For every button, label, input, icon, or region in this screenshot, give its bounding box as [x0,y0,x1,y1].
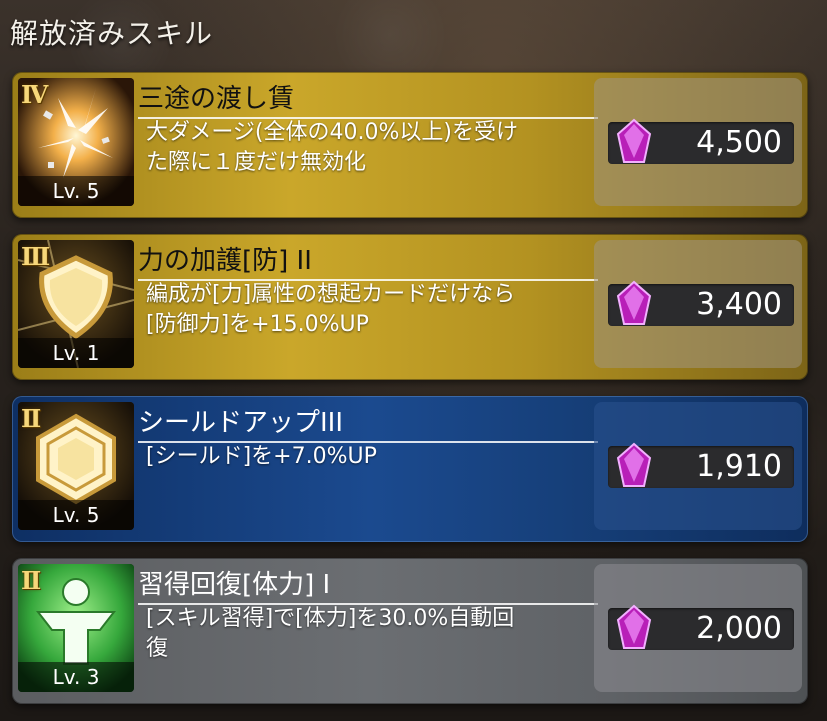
skill-description-line: [防御力]を+15.0%UP [146,312,369,337]
skill-name: 習得回復[体力] I [138,564,598,605]
cost-box: 2,000 [608,604,794,650]
skill-icon-tile: Ⅱ Lv. 5 [18,402,134,530]
cost-panel: 4,500 [594,78,802,206]
cost-panel: 1,910 [594,402,802,530]
skill-description-line: 大ダメージ(全体の40.0%以上)を受け [146,120,518,145]
cost-value: 2,000 [696,611,782,646]
skill-description: 大ダメージ(全体の40.0%以上)を受け た際に１度だけ無効化 [146,118,596,178]
skill-card[interactable]: Ⅲ Lv. 1 力の加護[防] II 編成が[力]属性の想起カードだけなら [防… [12,234,808,380]
cost-value: 1,910 [696,449,782,484]
skill-card[interactable]: Ⅳ Lv. 5 三途の渡し賃 大ダメージ(全体の40.0%以上)を受け た際に１… [12,72,808,218]
rank-badge: Ⅳ [21,80,49,109]
skill-description-line: [スキル習得]で[体力]を30.0%自動回 [146,606,515,631]
gem-icon [616,280,652,325]
rank-badge: Ⅱ [21,566,42,595]
skill-description: 編成が[力]属性の想起カードだけなら [防御力]を+15.0%UP [146,280,596,340]
gem-icon [616,604,652,649]
gem-icon [616,118,652,163]
cost-panel: 3,400 [594,240,802,368]
skill-name: 三途の渡し賃 [138,78,598,119]
gem-icon [616,442,652,487]
skill-level: Lv. 3 [18,662,134,692]
skill-description-line: 復 [146,636,169,661]
skill-name: 力の加護[防] II [138,240,598,281]
skill-card[interactable]: Ⅱ Lv. 3 習得回復[体力] I [スキル習得]で[体力]を30.0%自動回… [12,558,808,704]
cost-panel: 2,000 [594,564,802,692]
skill-level: Lv. 5 [18,176,134,206]
skill-name: シールドアップIII [138,402,598,443]
rank-badge: Ⅱ [21,404,42,433]
skill-level: Lv. 5 [18,500,134,530]
skill-icon-tile: Ⅳ Lv. 5 [18,78,134,206]
skill-description: [スキル習得]で[体力]を30.0%自動回 復 [146,604,596,664]
cost-box: 3,400 [608,280,794,326]
skill-level: Lv. 1 [18,338,134,368]
cost-box: 1,910 [608,442,794,488]
skill-description-line: た際に１度だけ無効化 [146,150,367,175]
skill-icon-tile: Ⅲ Lv. 1 [18,240,134,368]
page-title: 解放済みスキル [10,17,214,50]
rank-badge: Ⅲ [21,242,51,271]
skill-icon-tile: Ⅱ Lv. 3 [18,564,134,692]
cost-value: 3,400 [696,287,782,322]
skill-description-line: 編成が[力]属性の想起カードだけなら [146,282,516,307]
skill-description-line: [シールド]を+7.0%UP [146,444,377,469]
cost-value: 4,500 [696,125,782,160]
cost-box: 4,500 [608,118,794,164]
skill-card[interactable]: Ⅱ Lv. 5 シールドアップIII [シールド]を+7.0%UP 1,910 [12,396,808,542]
skill-description: [シールド]を+7.0%UP [146,442,596,472]
